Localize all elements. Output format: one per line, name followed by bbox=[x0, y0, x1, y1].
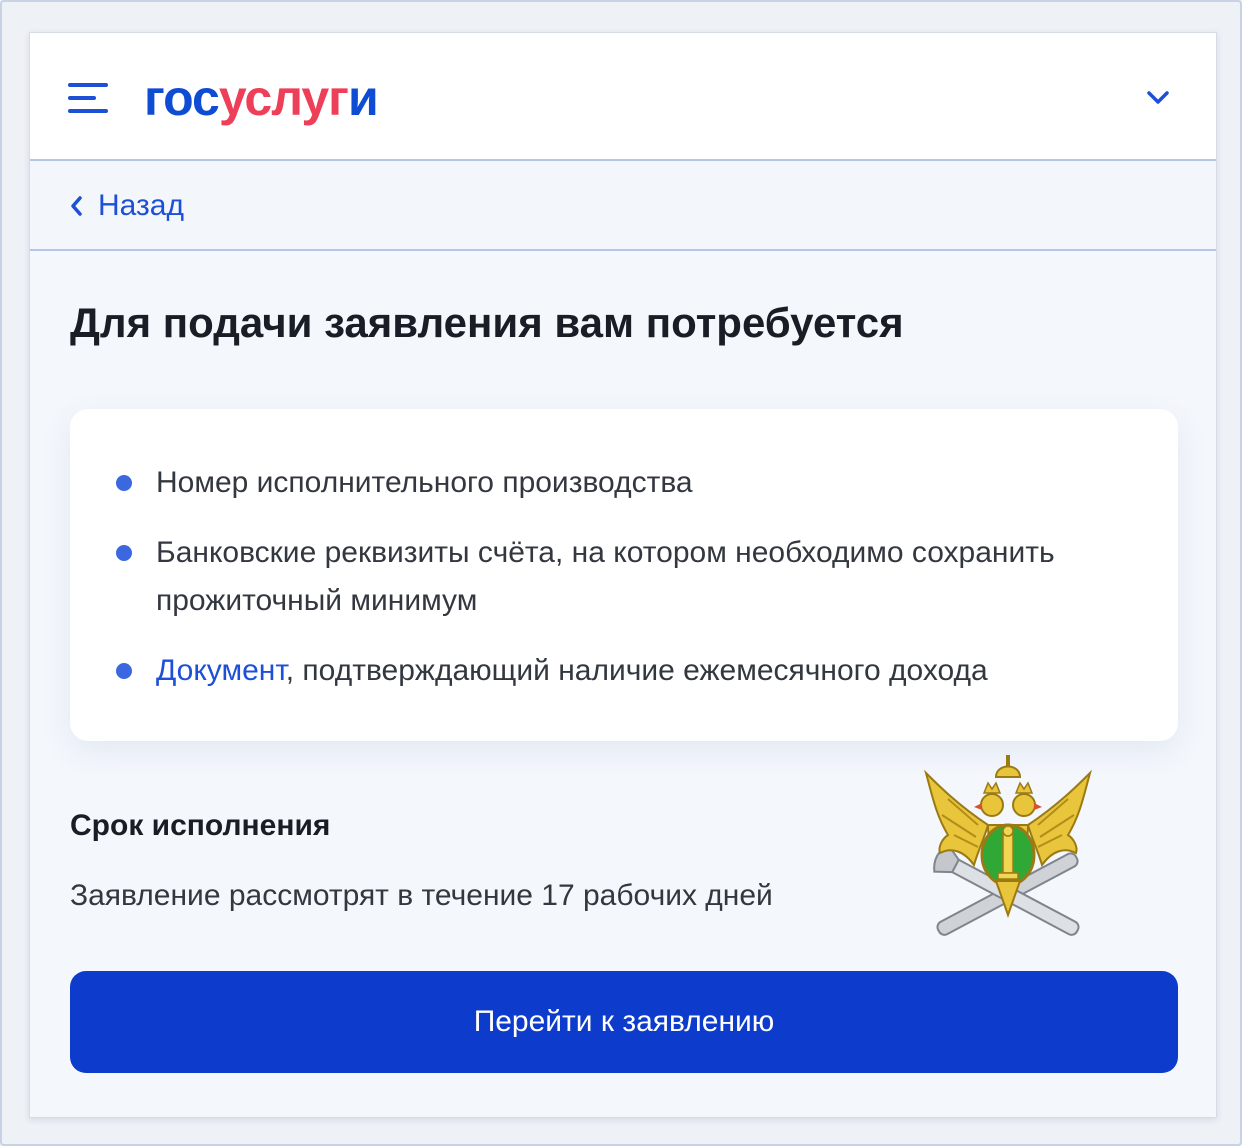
chevron-left-icon bbox=[71, 196, 82, 216]
screenshot-frame: госуслуги Назад Для подачи заявления вам… bbox=[0, 0, 1242, 1146]
logo-part-i: и bbox=[347, 70, 379, 126]
deadline-title: Срок исполнения bbox=[70, 809, 331, 842]
logo-part-gos: гос bbox=[144, 70, 220, 126]
document-link[interactable]: Документ bbox=[156, 654, 286, 687]
go-to-application-label: Перейти к заявлению bbox=[473, 1005, 775, 1038]
back-link[interactable]: Назад bbox=[68, 185, 184, 227]
list-item-text: Номер исполнительного производства bbox=[156, 466, 693, 499]
page-title: Для подачи заявления вам потребуется bbox=[70, 299, 904, 346]
page: госуслуги Назад Для подачи заявления вам… bbox=[29, 32, 1217, 1118]
deadline-text: Заявление рассмотрят в течение 17 рабочи… bbox=[70, 879, 773, 912]
logo-part-uslug: услуг bbox=[218, 70, 349, 126]
list-item: Документ, подтверждающий наличие ежемеся… bbox=[116, 647, 1136, 695]
list-item-text-rest: , подтверждающий наличие ежемесячного до… bbox=[285, 654, 988, 687]
back-bar: Назад bbox=[30, 161, 1216, 251]
gosuslugi-logo[interactable]: госуслуги bbox=[144, 63, 379, 133]
list-item-text: Банковские реквизиты счёта, на котором н… bbox=[156, 536, 1055, 617]
requirements-card: Номер исполнительного производства Банко… bbox=[70, 409, 1178, 741]
header: госуслуги bbox=[30, 33, 1216, 161]
back-label: Назад bbox=[98, 189, 184, 222]
bullet-dot-icon bbox=[116, 545, 132, 561]
go-to-application-button[interactable]: Перейти к заявлению bbox=[70, 971, 1178, 1073]
hamburger-menu-icon[interactable] bbox=[68, 81, 108, 115]
list-item-text: Документ, подтверждающий наличие ежемеся… bbox=[156, 647, 1136, 695]
list-item: Номер исполнительного производства bbox=[116, 459, 1136, 507]
fssp-emblem-icon bbox=[918, 755, 1098, 939]
bullet-dot-icon bbox=[116, 663, 132, 679]
chevron-down-icon[interactable] bbox=[1140, 79, 1176, 115]
list-item: Банковские реквизиты счёта, на котором н… bbox=[116, 529, 1136, 625]
bullet-dot-icon bbox=[116, 475, 132, 491]
